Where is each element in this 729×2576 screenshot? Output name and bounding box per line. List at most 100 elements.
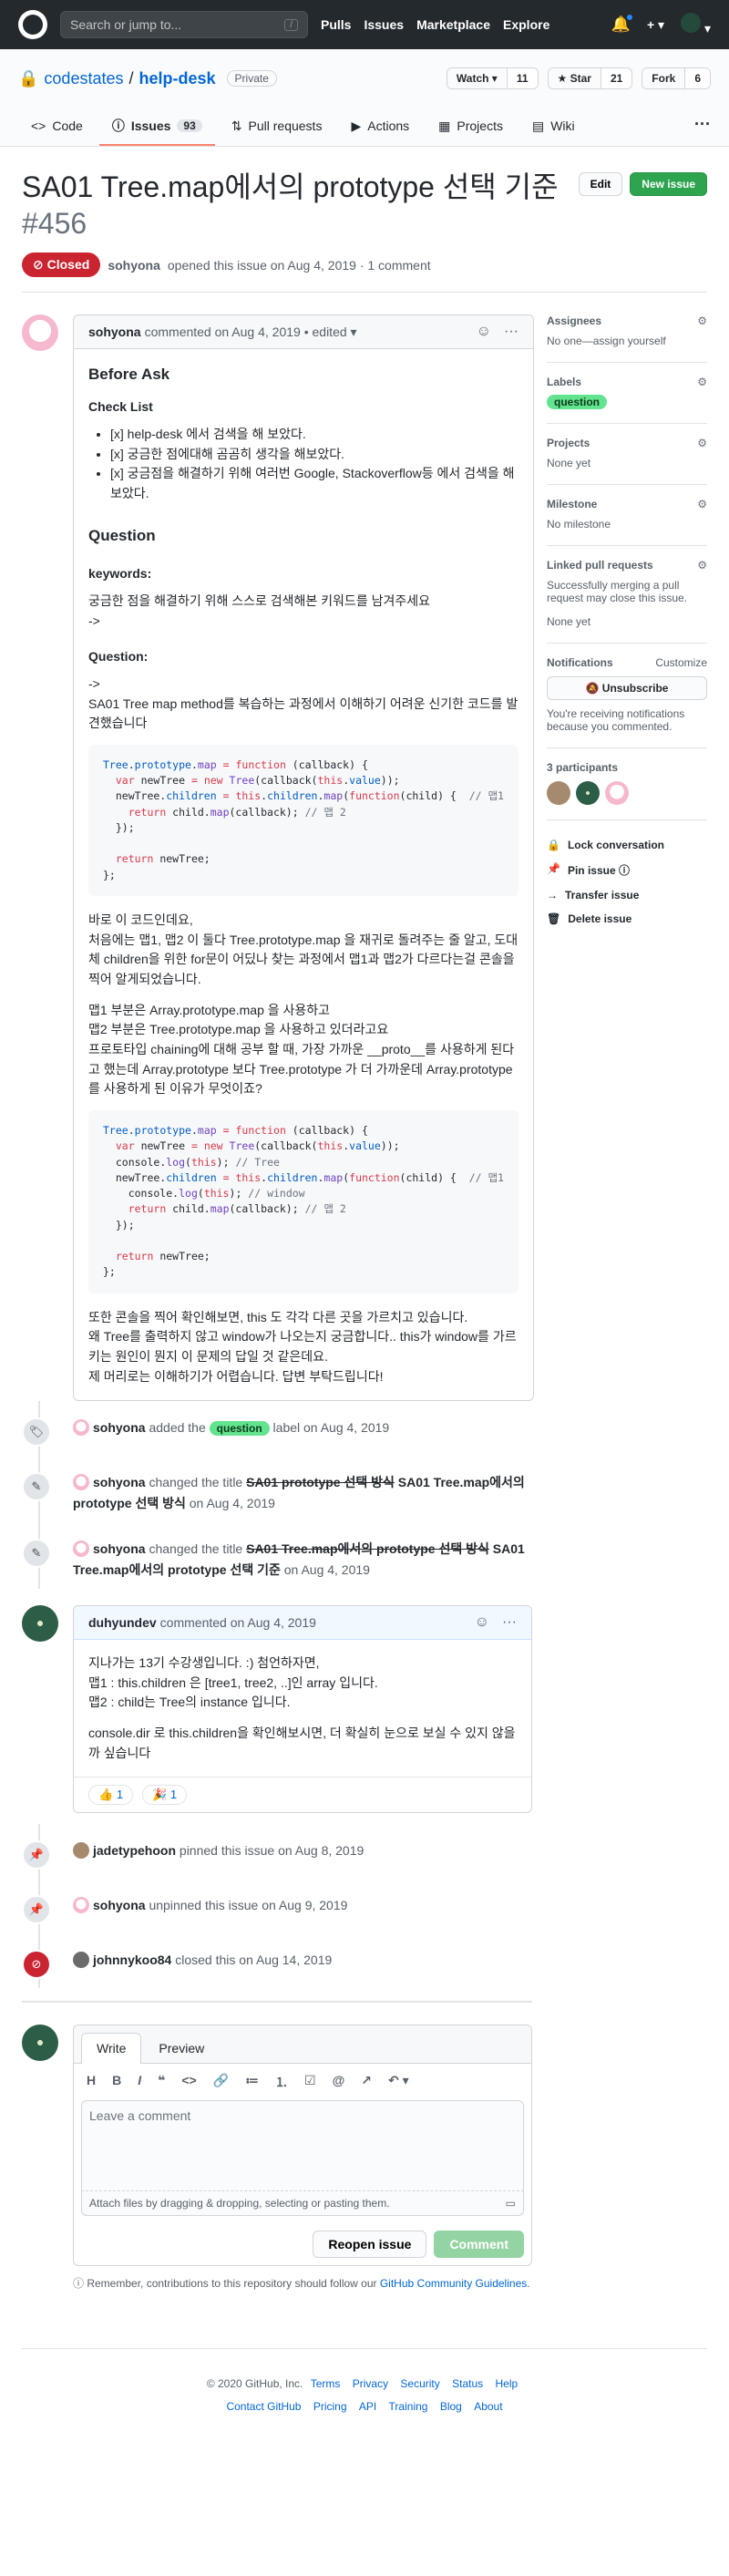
gear-icon[interactable]: ⚙ [697, 498, 707, 510]
issue-author-link[interactable]: sohyona [108, 258, 160, 273]
avatar[interactable] [73, 1842, 89, 1860]
kebab-icon[interactable]: ··· [504, 324, 519, 340]
footer-link-pricing[interactable]: Pricing [313, 2400, 347, 2413]
footer-link-api[interactable]: API [359, 2400, 376, 2413]
heading-icon[interactable]: H [87, 2073, 96, 2091]
tab-pull-requests[interactable]: ⇅ Pull requests [219, 109, 335, 145]
gear-icon[interactable]: ⚙ [697, 376, 707, 388]
star-count[interactable]: 21 [600, 68, 632, 88]
gear-icon[interactable]: ⚙ [697, 314, 707, 327]
code-icon[interactable]: <> [181, 2073, 196, 2091]
nav-marketplace[interactable]: Marketplace [416, 17, 490, 32]
reference-icon[interactable]: ↗ [361, 2073, 372, 2091]
repo-name-link[interactable]: help-desk [139, 69, 216, 88]
star-button[interactable]: ★ Star 21 [547, 67, 633, 89]
lock-conversation-link[interactable]: 🔒 Lock conversation [547, 833, 707, 857]
reply-icon[interactable]: ↶ ▾ [388, 2073, 409, 2091]
watch-button[interactable]: Watch ▾ 11 [446, 67, 539, 89]
star-label: ★ Star [548, 68, 601, 88]
avatar[interactable] [73, 1540, 89, 1558]
smiley-icon[interactable]: ☺ [477, 324, 491, 340]
bold-icon[interactable]: B [112, 2073, 121, 2091]
footer-link-blog[interactable]: Blog [440, 2400, 462, 2413]
comment-button[interactable]: Comment [434, 2231, 524, 2259]
tab-code[interactable]: <> Code [18, 109, 96, 144]
event-actor[interactable]: jadetypehoon [93, 1843, 176, 1858]
footer-link-about[interactable]: About [474, 2400, 502, 2413]
kebab-icon[interactable]: ··· [502, 1614, 517, 1631]
user-menu[interactable]: ▾ [681, 13, 711, 36]
bullet-list-icon[interactable]: ≔ [245, 2073, 259, 2091]
tab-projects[interactable]: ▦ Projects [426, 109, 516, 145]
arrow-text: -> [88, 675, 100, 691]
italic-icon[interactable]: I [138, 2073, 141, 2091]
avatar[interactable] [605, 781, 629, 805]
footer-link-training[interactable]: Training [389, 2400, 428, 2413]
footer-link-status[interactable]: Status [452, 2377, 483, 2390]
more-tabs-kebab-icon[interactable]: ··· [694, 115, 711, 139]
repo-owner-link[interactable]: codestates [44, 69, 123, 88]
edit-title-button[interactable]: Edit [578, 172, 623, 196]
nav-pulls[interactable]: Pulls [321, 17, 351, 32]
avatar[interactable] [576, 781, 600, 805]
comment-author[interactable]: sohyona [88, 325, 141, 339]
comment-textarea[interactable]: Leave a comment [81, 2100, 524, 2192]
reaction-thumbs-up[interactable]: 👍 1 [88, 1785, 134, 1806]
footer-link-privacy[interactable]: Privacy [353, 2377, 388, 2390]
tab-actions[interactable]: ▶ Actions [338, 109, 422, 145]
footer-link-contact[interactable]: Contact GitHub [226, 2400, 301, 2413]
task-list-icon[interactable]: ☑ [304, 2073, 316, 2091]
reopen-issue-button[interactable]: Reopen issue [313, 2231, 427, 2259]
avatar[interactable] [22, 1604, 58, 1642]
avatar[interactable] [22, 314, 58, 351]
pin-issue-link[interactable]: 📌 Pin issue ⓘ [547, 857, 707, 883]
tip-text: . [527, 2277, 530, 2291]
event-actor[interactable]: sohyona [93, 1541, 146, 1556]
community-guidelines-link[interactable]: GitHub Community Guidelines [380, 2277, 527, 2290]
label-question[interactable]: question [547, 395, 607, 409]
avatar[interactable] [73, 1897, 89, 1914]
unsubscribe-button[interactable]: 🔕 Unsubscribe [547, 676, 707, 700]
event-actor[interactable]: johnnykoo84 [93, 1953, 171, 1967]
tab-wiki[interactable]: ▤ Wiki [519, 109, 588, 145]
footer-link-security[interactable]: Security [400, 2377, 439, 2390]
assignees-value[interactable]: No one—assign yourself [547, 335, 707, 347]
watch-count[interactable]: 11 [506, 68, 538, 88]
event-actor[interactable]: sohyona [93, 1475, 146, 1489]
avatar[interactable] [547, 781, 570, 805]
footer-link-help[interactable]: Help [496, 2377, 519, 2390]
tab-write[interactable]: Write [81, 2033, 142, 2065]
transfer-issue-link[interactable]: → Transfer issue [547, 883, 707, 907]
link-icon[interactable]: 🔗 [213, 2073, 229, 2091]
nav-explore[interactable]: Explore [503, 17, 549, 32]
comment-author[interactable]: duhyundev [88, 1615, 157, 1630]
search-input[interactable]: Search or jump to... / [60, 11, 308, 38]
new-issue-button[interactable]: New issue [630, 172, 707, 196]
reaction-hooray[interactable]: 🎉 1 [142, 1785, 188, 1806]
attach-files-bar[interactable]: Attach files by dragging & dropping, sel… [81, 2191, 524, 2217]
fork-button[interactable]: Fork 6 [642, 67, 711, 89]
event-actor[interactable]: sohyona [93, 1898, 146, 1912]
avatar[interactable] [73, 1474, 89, 1491]
quote-icon[interactable]: ❝ [158, 2073, 165, 2091]
github-logo-icon[interactable] [18, 10, 47, 39]
smiley-icon[interactable]: ☺ [475, 1614, 489, 1631]
footer-link-terms[interactable]: Terms [311, 2377, 341, 2390]
gear-icon[interactable]: ⚙ [697, 437, 707, 449]
tab-issues[interactable]: ⓘ Issues 93 [98, 108, 215, 146]
event-actor[interactable]: sohyona [93, 1420, 146, 1435]
label-question[interactable]: question [209, 1421, 270, 1437]
create-new-menu[interactable]: + ▾ [647, 17, 664, 33]
delete-issue-link[interactable]: 🗑 Delete issue [547, 907, 707, 931]
avatar[interactable] [73, 1419, 89, 1437]
mention-icon[interactable]: @ [333, 2073, 345, 2091]
gear-icon[interactable]: ⚙ [697, 559, 707, 572]
customize-link[interactable]: Customize [655, 656, 707, 669]
numbered-list-icon[interactable]: ⒈ [275, 2073, 288, 2091]
nav-issues[interactable]: Issues [364, 17, 404, 32]
fork-count[interactable]: 6 [684, 68, 710, 88]
avatar[interactable] [73, 1952, 89, 1969]
markdown-icon[interactable]: ▭ [506, 2197, 516, 2210]
tab-preview[interactable]: Preview [143, 2033, 220, 2063]
notification-bell-icon[interactable]: 🔔 [611, 14, 633, 34]
